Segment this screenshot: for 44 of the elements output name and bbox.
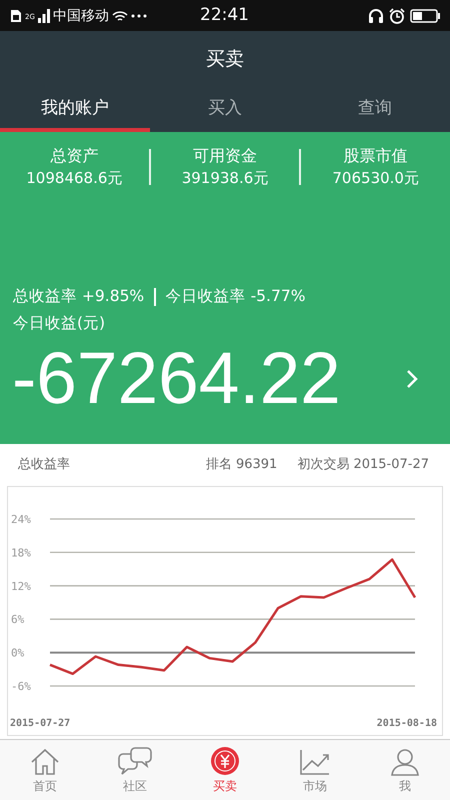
headphones-icon — [368, 8, 384, 24]
stat-label: 股票市值 — [344, 146, 408, 167]
today-profit-value: -67264.22 — [12, 337, 341, 421]
page-title: 买卖 — [205, 47, 245, 72]
nav-item[interactable]: 首页 — [0, 740, 90, 800]
total-return-rate: 总收益率 +9.85% — [13, 286, 144, 307]
first-trade-date: 初次交易 2015-07-27 — [297, 456, 429, 473]
tab[interactable]: 查询 — [300, 86, 450, 132]
stat-value: 706530.0元 — [332, 169, 419, 188]
sim-card-icon — [10, 8, 22, 22]
nav-item[interactable]: 市场 — [270, 740, 360, 800]
alarm-clock-icon — [389, 8, 405, 24]
more-icon — [130, 14, 147, 18]
stat-label: 可用资金 — [193, 146, 257, 167]
yuan-coin-icon — [210, 746, 240, 776]
axis-tick-label: 2015-07-27 — [10, 718, 70, 729]
axis-tick-label: 0% — [11, 646, 24, 660]
rank-text: 排名 96391 — [206, 456, 278, 473]
nav-item[interactable]: 社区 — [90, 740, 180, 800]
chat-bubbles-icon — [117, 746, 153, 776]
nav-item[interactable]: 买卖 — [180, 740, 270, 800]
axis-tick-label: 24% — [11, 513, 31, 526]
tab[interactable]: 买入 — [150, 86, 300, 132]
clock-time: 22:41 — [200, 5, 249, 25]
today-return-rate: 今日收益率 -5.77% — [166, 286, 306, 307]
stat-label: 总资产 — [50, 146, 98, 167]
stat-value: 391938.6元 — [182, 169, 268, 188]
person-icon — [390, 748, 420, 776]
house-icon — [30, 748, 60, 776]
battery-icon — [410, 8, 440, 22]
chevron-right-icon[interactable] — [406, 369, 418, 389]
trend-chart-icon — [299, 748, 331, 776]
nav-item[interactable]: 我 — [360, 740, 450, 800]
carrier-name: 中国移动 — [52, 6, 109, 24]
axis-tick-label: -6% — [11, 680, 31, 693]
axis-tick-label: 18% — [11, 546, 31, 560]
signal-icon — [38, 8, 50, 22]
wifi-icon — [112, 10, 128, 22]
axis-tick-label: 12% — [11, 580, 31, 593]
axis-tick-label: 2015-08-18 — [376, 718, 437, 729]
axis-tick-label: 6% — [11, 613, 24, 626]
summary-title: 总收益率 — [18, 456, 71, 473]
stat-value: 1098468.6元 — [26, 169, 122, 188]
today-profit-label: 今日收益(元) — [12, 313, 106, 334]
